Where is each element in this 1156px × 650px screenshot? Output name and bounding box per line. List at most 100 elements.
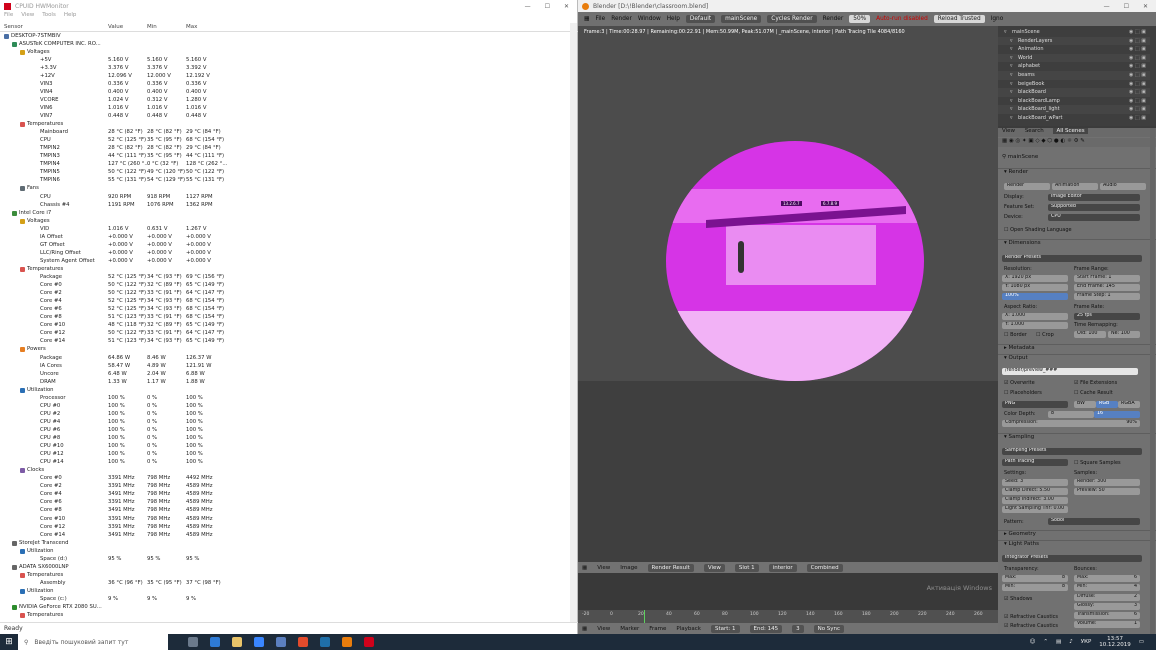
sensor-row[interactable]: VIN3 0.336 V 0.336 V 0.336 V (0, 80, 570, 88)
refractive-caustics-checkbox[interactable]: ☑ Refractive Caustics (1004, 614, 1058, 620)
overwrite-checkbox[interactable]: ☑ Overwrite (1004, 380, 1035, 386)
render-audio-button[interactable]: Audio (1100, 183, 1146, 190)
sensor-row[interactable]: Core #8 3491 MHz 798 MHz 4589 MHz (0, 507, 570, 515)
sensor-row[interactable]: Utilization (0, 587, 570, 595)
sensor-row[interactable]: VIN4 0.400 V 0.400 V 0.400 V (0, 88, 570, 96)
sensor-row[interactable]: Assembly 36 °C (96 °F) 35 °C (95 °F) 37 °C … (0, 579, 570, 587)
maximize-icon[interactable]: ☐ (545, 3, 550, 10)
integrator-selector[interactable]: Path Tracing (1002, 459, 1068, 466)
volume-field[interactable]: Volume: 1 (1074, 621, 1140, 628)
slot-selector[interactable]: Slot 1 (734, 563, 759, 572)
color-rgb-button[interactable]: RGB (1096, 401, 1118, 408)
compression-slider[interactable]: Compression: 90% (1002, 420, 1140, 427)
sensor-row[interactable]: Core #6 52 °C (125 °F) 34 °C (93 °F) 68 °C … (0, 306, 570, 314)
sensor-row[interactable]: VIN7 0.448 V 0.448 V 0.448 V (0, 113, 570, 121)
menu-file[interactable]: File (595, 16, 605, 22)
store-icon[interactable] (254, 637, 264, 647)
ignore-button[interactable]: Igno (991, 16, 1004, 22)
sensor-row[interactable]: Core #12 50 °C (122 °F) 33 °C (91 °F) 64 °C… (0, 330, 570, 338)
visibility-icon[interactable]: ◉ ⬚ ▣ (1129, 29, 1146, 35)
editor-type-icon[interactable]: ▦ (584, 16, 589, 22)
sensor-row[interactable]: CPU #8 100 % 0 % 100 % (0, 435, 570, 443)
display-selector[interactable]: Image Editor (1048, 194, 1140, 201)
preview-samples-field[interactable]: Preview: 50 (1074, 488, 1140, 495)
transparency-min-field[interactable]: Min: 8 (1002, 584, 1068, 591)
volume-icon[interactable]: ♪ (1069, 639, 1073, 645)
sensor-row[interactable]: GT Offset +0.000 V +0.000 V +0.000 V (0, 241, 570, 249)
sensor-row[interactable]: TMPIN6 55 °C (131 °F) 54 °C (129 °F) 55 °C … (0, 177, 570, 185)
outliner-item[interactable]: ▿ blackBoard_light ◉ ⬚ ▣ (998, 105, 1150, 114)
aspect-y-field[interactable]: Y: 1.000 (1002, 322, 1068, 329)
sensor-row[interactable]: TMPIN3 44 °C (111 °F) 35 °C (95 °F) 44 °C (… (0, 153, 570, 161)
outliner-item[interactable]: ▿ mainScene ◉ ⬚ ▣ (998, 28, 1150, 37)
sensor-row[interactable]: Clocks (0, 467, 570, 475)
image-editor-viewport[interactable]: Frame:3 | Time:00:28.97 | Remaining:00:2… (578, 26, 998, 562)
section-light-paths[interactable]: ▾ Light Paths (998, 540, 1156, 549)
render-button[interactable]: Render (823, 16, 844, 22)
reload-trusted-button[interactable]: Reload Trusted (933, 15, 985, 23)
menu-help[interactable]: Help (667, 16, 680, 22)
shadows-checkbox[interactable]: ☑ Shadows (1004, 596, 1032, 602)
light-threshold-field[interactable]: Light Sampling Thr: 0.00 (1002, 506, 1068, 513)
sensor-row[interactable]: StoreJet Transcend (0, 539, 570, 547)
visibility-icon[interactable]: ◉ ⬚ ▣ (1129, 106, 1146, 112)
sensor-row[interactable]: Utilization (0, 386, 570, 394)
menu-tools[interactable]: Tools (42, 12, 56, 21)
bounces-min-field[interactable]: Min: 4 (1074, 584, 1140, 591)
sensor-row[interactable]: TMPIN4 127 °C (260 °... 0 °C (32 °F) 128 °C… (0, 161, 570, 169)
visibility-icon[interactable]: ◉ ⬚ ▣ (1129, 55, 1146, 61)
visibility-icon[interactable]: ◉ ⬚ ▣ (1129, 98, 1146, 104)
people-icon[interactable]: ☺ (1030, 639, 1036, 645)
sensor-row[interactable]: CPU #2 100 % 0 % 100 % (0, 410, 570, 418)
edge-icon[interactable] (210, 637, 220, 647)
outliner-item[interactable]: ▿ World ◉ ⬚ ▣ (998, 53, 1150, 63)
render-presets-selector[interactable]: Render Presets (1002, 255, 1142, 262)
color-rgba-button[interactable]: RGBA (1118, 401, 1140, 408)
visibility-icon[interactable]: ◉ ⬚ ▣ (1129, 63, 1146, 69)
sensor-row[interactable]: +3.3V 3.376 V 3.376 V 3.392 V (0, 64, 570, 72)
depth-16-button[interactable]: 16 (1094, 411, 1140, 418)
properties-tabs[interactable]: ▦ ◉ ◎ ✦ ▣ ◇ ◆ ⬡ ● ◐ ☼ ⚙ ✎ (998, 138, 1156, 147)
resolution-x-field[interactable]: X: 1920 px (1002, 275, 1068, 282)
sensor-row[interactable]: Uncore 6.48 W 2.04 W 6.88 W (0, 370, 570, 378)
square-samples-checkbox[interactable]: ☐ Square Samples (1074, 460, 1121, 466)
sensor-row[interactable]: Voltages (0, 217, 570, 225)
scene-selector[interactable]: mainScene (721, 15, 762, 23)
sensor-row[interactable]: TMPIN5 50 °C (122 °F) 49 °C (120 °F) 50 °C … (0, 169, 570, 177)
section-metadata[interactable]: ▸ Metadata (998, 344, 1156, 353)
image-selector[interactable]: Render Result (647, 563, 694, 572)
sensor-row[interactable]: Fans (0, 185, 570, 193)
sensor-row[interactable]: Temperatures (0, 612, 570, 620)
outliner-display-mode[interactable]: All Scenes (1053, 128, 1088, 134)
notifications-icon[interactable]: ▭ (1139, 639, 1144, 645)
file-extensions-checkbox[interactable]: ☑ File Extensions (1074, 380, 1117, 386)
time-remap-new-field[interactable]: Ne: 100 (1108, 331, 1140, 338)
minimize-icon[interactable]: — (525, 3, 531, 10)
sensor-row[interactable]: Powers (0, 346, 570, 354)
frame-cursor[interactable] (644, 610, 645, 623)
sensor-row[interactable]: Processor 100 % 0 % 100 % (0, 394, 570, 402)
sensor-row[interactable]: Core #6 3391 MHz 798 MHz 4589 MHz (0, 499, 570, 507)
depth-8-button[interactable]: 8 (1048, 411, 1094, 418)
sensor-row[interactable]: Voltages (0, 48, 570, 56)
clock[interactable]: 13:57 10.12.2019 (1099, 636, 1131, 648)
hwmonitor-taskbar-icon[interactable] (364, 637, 374, 647)
layout-selector[interactable]: Default (685, 15, 716, 23)
editor-type-icon[interactable]: ▦ (582, 565, 587, 571)
taskbar-search[interactable]: ⚲ Введіть пошуковий запит тут (18, 634, 168, 650)
file-format-selector[interactable]: PNG (1002, 401, 1068, 408)
render-still-button[interactable]: Render (1004, 183, 1050, 190)
end-frame-field[interactable]: End Frame: 145 (1074, 284, 1140, 291)
sensor-row[interactable]: Core #2 50 °C (122 °F) 33 °C (91 °F) 64 °C … (0, 290, 570, 298)
outliner-search-menu[interactable]: Search (1025, 128, 1044, 134)
menu-view[interactable]: View (21, 12, 34, 21)
timeline-menu-view[interactable]: View (597, 626, 610, 632)
sensor-row[interactable]: CPU 920 RPM 918 RPM 1127 RPM (0, 193, 570, 201)
sensor-row[interactable]: Core #10 3391 MHz 798 MHz 4589 MHz (0, 515, 570, 523)
feature-set-selector[interactable]: Supported (1048, 204, 1140, 211)
sensor-row[interactable]: CPU #14 100 % 0 % 100 % (0, 459, 570, 467)
integrator-presets-selector[interactable]: Integrator Presets (1002, 555, 1142, 562)
outliner-item[interactable]: ▿ blackBoard ◉ ⬚ ▣ (998, 88, 1150, 97)
language-indicator[interactable]: УКР (1081, 639, 1092, 645)
seed-field[interactable]: Seed: 3 (1002, 479, 1068, 486)
